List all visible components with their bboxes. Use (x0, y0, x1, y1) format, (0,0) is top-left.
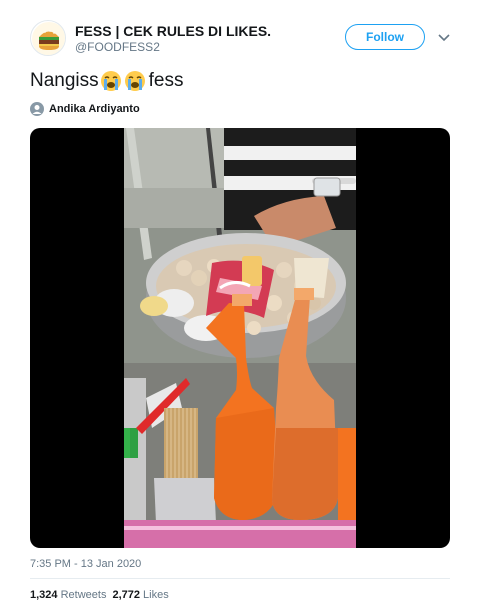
tweet-timestamp[interactable]: 7:35 PM - 13 Jan 2020 (30, 558, 141, 570)
retweets-label: Retweets (60, 589, 107, 601)
loudly-crying-face-icon (100, 71, 121, 91)
likes-count: 2,772 (112, 589, 140, 601)
divider (30, 578, 450, 579)
retweets-count: 1,324 (30, 589, 58, 601)
tagged-user[interactable]: Andika Ardiyanto (30, 101, 140, 117)
person-icon (30, 102, 44, 116)
user-handle[interactable]: @FOODFESS2 (75, 40, 160, 54)
tweet-stats: 1,324 Retweets 2,772 Likes (30, 589, 169, 601)
video-player[interactable] (30, 128, 450, 548)
tweet-header: FESS | CEK RULES DI LIKES. @FOODFESS2 Fo… (0, 0, 478, 64)
burger-icon (32, 22, 65, 55)
tagged-user-name: Andika Ardiyanto (49, 103, 140, 115)
follow-button[interactable]: Follow (345, 24, 425, 50)
tweet-text-suffix: fess (148, 70, 184, 91)
retweets-link[interactable]: 1,324 Retweets (30, 589, 106, 601)
likes-label: Likes (143, 589, 169, 601)
tweet-text: Nangiss fess (30, 70, 184, 92)
avatar[interactable] (30, 20, 66, 56)
likes-link[interactable]: 2,772 Likes (112, 589, 168, 601)
tweet-text-main: Nangiss (30, 70, 99, 91)
loudly-crying-face-icon (124, 71, 145, 91)
video-thumbnail (124, 128, 356, 548)
display-name[interactable]: FESS | CEK RULES DI LIKES. (75, 23, 271, 39)
chevron-down-icon[interactable] (438, 33, 450, 43)
